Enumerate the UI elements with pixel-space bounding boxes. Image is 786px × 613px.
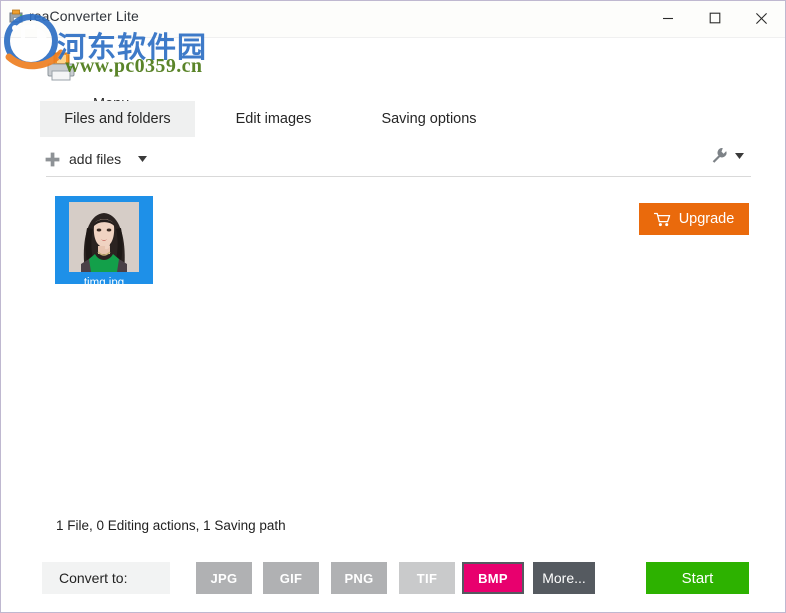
window-title: reaConverter Lite xyxy=(29,8,139,24)
file-name-label: timg.jpg xyxy=(83,277,125,289)
tab-bar: Files and folders Edit images Saving opt… xyxy=(1,101,785,235)
format-button-png[interactable]: PNG xyxy=(331,562,387,594)
format-label: BMP xyxy=(478,570,508,586)
tools-menu-button[interactable] xyxy=(711,147,744,164)
file-thumbnail xyxy=(69,202,139,272)
tab-files-and-folders[interactable]: Files and folders xyxy=(40,101,195,137)
format-label: More... xyxy=(542,570,586,586)
list-item[interactable]: timg.jpg xyxy=(55,196,153,289)
file-list-area[interactable]: timg.jpg xyxy=(46,185,751,505)
tab-label: Saving options xyxy=(381,111,477,127)
convert-to-label: Convert to: xyxy=(42,562,170,594)
app-window-icon xyxy=(9,9,23,23)
close-button[interactable] xyxy=(738,1,784,35)
chevron-down-icon xyxy=(138,156,148,162)
wrench-icon xyxy=(712,148,727,163)
add-files-label: add files xyxy=(69,151,122,167)
toolbar-divider xyxy=(46,176,751,177)
format-label: TIF xyxy=(416,570,438,586)
tab-label: Files and folders xyxy=(64,111,171,127)
format-button-jpg[interactable]: JPG xyxy=(196,562,252,594)
printer-icon xyxy=(47,52,75,81)
portrait-photo-thumbnail-icon xyxy=(69,202,139,272)
chevron-down-icon xyxy=(735,152,744,159)
plus-icon xyxy=(45,152,60,166)
tab-label: Edit images xyxy=(235,111,312,127)
format-label: PNG xyxy=(344,570,374,586)
menu-row: Menu xyxy=(1,37,785,112)
format-button-more[interactable]: More... xyxy=(533,562,595,594)
maximize-icon xyxy=(709,12,721,24)
file-toolbar: add files xyxy=(1,143,785,177)
add-files-button[interactable]: add files xyxy=(45,146,148,172)
tab-edit-images[interactable]: Edit images xyxy=(211,101,336,137)
bottom-bar: Convert to: JPG GIF PNG TIF BMP More... … xyxy=(1,557,785,612)
format-button-tif[interactable]: TIF xyxy=(399,562,455,594)
start-button[interactable]: Start xyxy=(646,562,749,594)
title-bar: reaConverter Lite xyxy=(1,1,785,38)
tab-saving-options[interactable]: Saving options xyxy=(359,101,499,137)
minimize-icon xyxy=(663,17,673,20)
format-button-gif[interactable]: GIF xyxy=(263,562,319,594)
format-label: JPG xyxy=(210,570,238,586)
format-button-bmp[interactable]: BMP xyxy=(462,562,524,594)
close-icon xyxy=(755,12,767,24)
format-label: GIF xyxy=(279,570,303,586)
app-window: reaConverter Lite Menu xyxy=(0,0,786,613)
start-label: Start xyxy=(681,569,714,587)
maximize-button[interactable] xyxy=(692,1,738,35)
minimize-button[interactable] xyxy=(645,1,691,35)
status-bar-text: 1 File, 0 Editing actions, 1 Saving path xyxy=(56,518,286,533)
